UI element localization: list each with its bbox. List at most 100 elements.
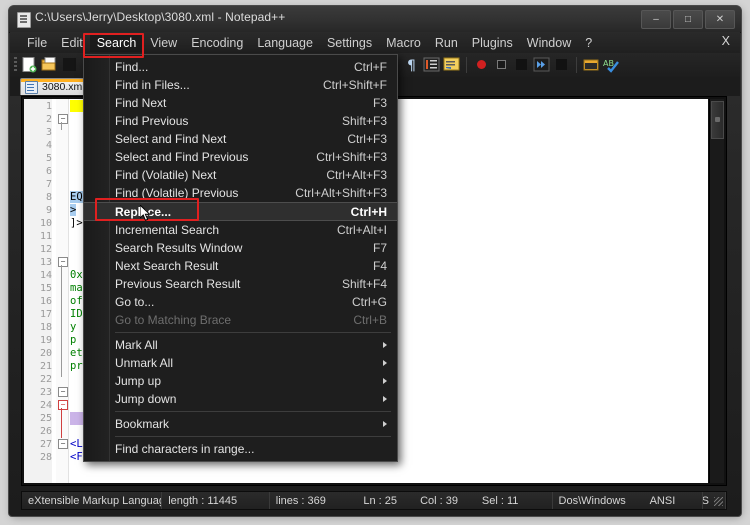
line1-highlight — [70, 100, 84, 112]
status-language: eXtensible Markup Language file — [22, 492, 163, 509]
menu-item-mark-all[interactable]: Mark All — [84, 336, 397, 354]
close-document-button[interactable]: X — [722, 34, 730, 48]
fold-toggle-line24[interactable]: − — [58, 400, 68, 410]
fold-line-line13 — [61, 265, 62, 377]
menu-edit[interactable]: Edit — [54, 34, 90, 52]
menu-items: File Edit Search View Encoding Language Settin… — [20, 32, 599, 53]
status-lines: lines : 369 — [275, 494, 326, 507]
menu-item-find[interactable]: Find... Ctrl+F — [84, 58, 397, 76]
menu-plugins[interactable]: Plugins — [465, 34, 520, 52]
menu-item-label: Previous Search Result — [115, 277, 241, 291]
line-number: 26 — [39, 426, 52, 437]
indent-guide-icon[interactable] — [422, 55, 441, 74]
menu-item-shortcut: Ctrl+F3 — [347, 132, 387, 146]
menu-item-label: Bookmark — [115, 417, 170, 431]
toolbar-buttons-right: ¶ AB — [402, 55, 621, 74]
menu-encoding[interactable]: Encoding — [184, 34, 250, 52]
fold-toggle-line2[interactable]: − — [58, 114, 68, 124]
menu-item-label: Find (Volatile) Previous — [115, 186, 239, 200]
menu-item-bookmark[interactable]: Bookmark — [84, 415, 397, 433]
menu-item-shortcut: Ctrl+Shift+F3 — [316, 150, 387, 164]
menu-macro[interactable]: Macro — [379, 34, 428, 52]
menu-item-jump-down[interactable]: Jump down — [84, 390, 397, 408]
folder-as-workspace-icon[interactable] — [582, 55, 601, 74]
submenu-arrow-icon — [383, 342, 387, 348]
line-number: 19 — [39, 335, 52, 346]
menu-settings[interactable]: Settings — [320, 34, 379, 52]
menu-run[interactable]: Run — [428, 34, 465, 52]
menu-item-go-to-matching-brace: Go to Matching Brace Ctrl+B — [84, 311, 397, 329]
svg-text:¶: ¶ — [407, 58, 416, 74]
menu-item-replace[interactable]: Replace... Ctrl+H — [84, 202, 397, 221]
line-number: 3 — [45, 127, 52, 138]
save-icon[interactable] — [60, 55, 79, 74]
vertical-scrollbar[interactable] — [709, 99, 724, 483]
status-sel: Sel : 11 — [476, 492, 553, 509]
status-length: length : 11445 — [162, 492, 270, 509]
menu-file[interactable]: File — [20, 34, 54, 52]
window-title: C:\Users\Jerry\Desktop\3080.xml - Notepa… — [35, 10, 286, 24]
save-macro-icon[interactable] — [552, 55, 571, 74]
search-dropdown-menu: Find... Ctrl+F Find in Files... Ctrl+Shift+… — [83, 54, 398, 462]
open-file-icon[interactable] — [40, 55, 59, 74]
vertical-scrollbar-thumb[interactable] — [711, 101, 724, 139]
menu-item-select-and-find-previous[interactable]: Select and Find Previous Ctrl+Shift+F3 — [84, 148, 397, 166]
line-number: 6 — [45, 166, 52, 177]
menu-item-shortcut: Ctrl+Shift+F — [322, 78, 387, 92]
record-macro-icon[interactable] — [472, 55, 491, 74]
new-file-icon[interactable] — [20, 55, 39, 74]
line-number: 16 — [39, 296, 52, 307]
menu-language[interactable]: Language — [250, 34, 320, 52]
status-ln: Ln : 25 — [363, 494, 398, 507]
menu-item-find-previous[interactable]: Find Previous Shift+F3 — [84, 112, 397, 130]
menu-search[interactable]: Search — [89, 33, 144, 52]
code-text: ]> — [70, 217, 83, 229]
status-eol: Dos\Windows — [558, 494, 626, 507]
code-text: > — [70, 204, 77, 216]
notepadpp-window: C:\Users\Jerry\Desktop\3080.xml - Notepa… — [8, 5, 742, 517]
menu-item-previous-search-result[interactable]: Previous Search Result Shift+F4 — [84, 275, 397, 293]
resize-grip[interactable] — [714, 497, 723, 506]
fold-toggle-line23[interactable]: − — [58, 387, 68, 397]
menu-item-find-in-files[interactable]: Find in Files... Ctrl+Shift+F — [84, 76, 397, 94]
fold-toggle-line13[interactable]: − — [58, 257, 68, 267]
menu-item-label: Unmark All — [115, 356, 174, 370]
maximize-button[interactable]: □ — [673, 10, 703, 29]
title-bar[interactable]: C:\Users\Jerry\Desktop\3080.xml - Notepa… — [9, 6, 741, 33]
status-encoding: ANSI — [644, 492, 703, 509]
menu-item-shortcut: Ctrl+F — [354, 60, 387, 74]
menu-view[interactable]: View — [143, 34, 184, 52]
menu-item-incremental-search[interactable]: Incremental Search Ctrl+Alt+I — [84, 221, 397, 239]
menu-item-jump-up[interactable]: Jump up — [84, 372, 397, 390]
word-wrap-icon[interactable] — [442, 55, 461, 74]
menu-item-select-and-find-next[interactable]: Select and Find Next Ctrl+F3 — [84, 130, 397, 148]
menu-item-unmark-all[interactable]: Unmark All — [84, 354, 397, 372]
menu-item-find-characters-in-range[interactable]: Find characters in range... — [84, 440, 397, 458]
menu-item-shortcut: Ctrl+H — [350, 204, 387, 219]
line-number: 20 — [39, 348, 52, 359]
menu-item-go-to[interactable]: Go to... Ctrl+G — [84, 293, 397, 311]
menu-item-next-search-result[interactable]: Next Search Result F4 — [84, 257, 397, 275]
stop-macro-icon[interactable] — [492, 55, 511, 74]
menu-window[interactable]: Window — [520, 34, 578, 52]
menu-item-shortcut: F7 — [372, 241, 387, 255]
line-number: 27 — [39, 439, 52, 450]
spellcheck-icon[interactable]: AB — [602, 55, 621, 74]
menu-item-label: Jump down — [115, 392, 177, 406]
menu-[interactable]: ? — [578, 34, 599, 52]
menu-item-find-volatile-next[interactable]: Find (Volatile) Next Ctrl+Alt+F3 — [84, 166, 397, 184]
play-macro-icon[interactable] — [512, 55, 531, 74]
menu-item-label: Go to... — [115, 295, 155, 309]
show-pilcrow-icon[interactable]: ¶ — [402, 55, 421, 74]
close-button[interactable]: ✕ — [705, 10, 735, 29]
play-multiple-macro-icon[interactable] — [532, 55, 551, 74]
menu-item-search-results-window[interactable]: Search Results Window F7 — [84, 239, 397, 257]
fold-toggle-line27[interactable]: − — [58, 439, 68, 449]
toolbar-grip[interactable] — [14, 57, 17, 73]
line-number: 2 — [45, 114, 52, 125]
menu-item-find-volatile-previous[interactable]: Find (Volatile) Previous Ctrl+Alt+Shift+F… — [84, 184, 397, 202]
fold-margin[interactable]: − − − − − — [56, 99, 69, 483]
menu-item-find-next[interactable]: Find Next F3 — [84, 94, 397, 112]
minimize-button[interactable]: – — [641, 10, 671, 29]
menu-item-list: Find... Ctrl+F Find in Files... Ctrl+Shift+… — [84, 55, 397, 461]
